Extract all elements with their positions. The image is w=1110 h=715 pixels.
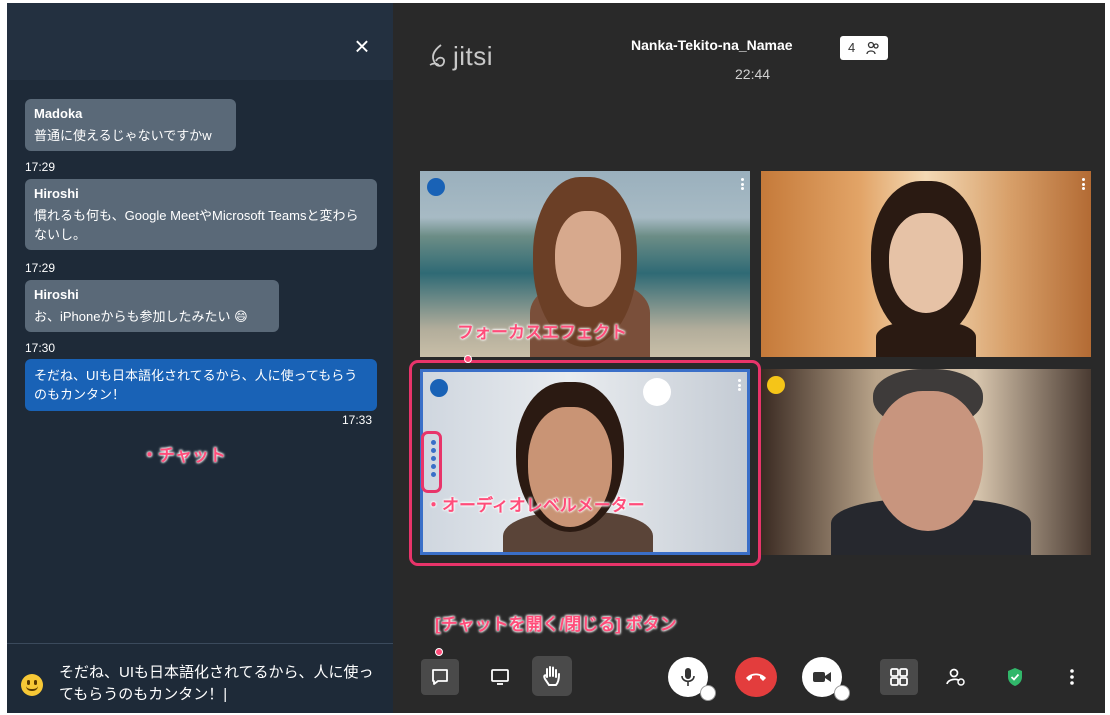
chevron-down-icon[interactable] <box>834 685 850 701</box>
camera-button[interactable] <box>802 657 850 701</box>
hangup-icon <box>746 673 766 681</box>
audio-level-dot <box>431 464 436 469</box>
meeting-title: Nanka-Tekito-na_Namae <box>631 37 793 53</box>
tile-menu-icon[interactable] <box>1082 178 1085 190</box>
chat-message: Hiroshi お、iPhoneからも参加したみたい 😄 <box>25 280 279 332</box>
close-chat-button[interactable]: × <box>347 31 377 61</box>
message-sender: Madoka <box>34 106 83 121</box>
audio-level-dot <box>431 448 436 453</box>
meeting-timer: 22:44 <box>735 66 771 82</box>
chat-header: × <box>7 3 393 80</box>
raise-hand-button[interactable] <box>532 656 572 696</box>
screen-share-icon <box>491 669 509 685</box>
own-chat-message: そだね、UIも日本語化されてるから、人に使ってもらうのもカンタン！ <box>25 359 377 411</box>
participant-tile[interactable] <box>761 369 1091 555</box>
message-sender: Hiroshi <box>34 287 79 302</box>
tile-view-icon <box>890 668 908 686</box>
message-timestamp: 17:29 <box>25 261 56 275</box>
chat-panel: × Madoka 普通に使えるじゃないですかw 17:29 Hiroshi 慣れ… <box>7 3 393 713</box>
more-actions-button[interactable] <box>1057 659 1087 695</box>
participant-tile[interactable] <box>761 171 1091 357</box>
camera-icon <box>813 672 831 682</box>
chat-toggle-button[interactable] <box>421 659 459 695</box>
chat-input-area: そだね、UIも日本語化されてるから、人に使ってもらうのもカンタン！| <box>7 643 393 713</box>
hangup-button[interactable] <box>735 657 777 697</box>
tile-view-button[interactable] <box>880 659 918 695</box>
invite-people-button[interactable] <box>937 659 975 695</box>
security-options-button[interactable] <box>996 659 1034 695</box>
emoji-picker-button[interactable] <box>21 674 43 696</box>
chat-message-input[interactable]: そだね、UIも日本語化されてるから、人に使ってもらうのもカンタン！| <box>59 662 379 706</box>
annotation-pointer <box>435 648 443 656</box>
microphone-icon <box>681 668 695 686</box>
microphone-button[interactable] <box>668 657 716 701</box>
chat-icon <box>432 669 448 685</box>
participant-count: 4 <box>848 40 856 55</box>
raised-hand-icon <box>427 178 445 196</box>
message-timestamp: 17:33 <box>342 413 373 427</box>
jitsi-meeting-window: × Madoka 普通に使えるじゃないですかw 17:29 Hiroshi 慣れ… <box>7 3 1105 713</box>
annotation-chat-button: [チャットを開く/閉じる] ボタン <box>435 615 677 634</box>
chat-message: Hiroshi 慣れるも何も、Google MeetやMicrosoft Tea… <box>25 179 377 250</box>
audio-level-dot <box>431 472 436 477</box>
logo-text: jitsi <box>453 41 494 71</box>
participants-icon <box>866 39 880 63</box>
annotation-chat: ・チャット <box>141 446 226 465</box>
chevron-down-icon[interactable] <box>700 685 716 701</box>
annotation-pointer <box>464 355 472 363</box>
raise-hand-icon <box>543 666 560 686</box>
audio-level-dot <box>431 440 436 445</box>
participant-count-badge[interactable]: 4 <box>840 36 888 60</box>
security-shield-icon <box>1008 668 1022 686</box>
message-text: 普通に使えるじゃないですかw <box>34 128 212 143</box>
message-sender: Hiroshi <box>34 186 79 201</box>
invite-icon <box>946 668 965 686</box>
audio-level-dot <box>431 456 436 461</box>
annotation-audio-meter: ・オーディオレベルメーター <box>425 496 645 515</box>
connection-indicator-icon <box>767 376 785 394</box>
chat-message: Madoka 普通に使えるじゃないですかw <box>25 99 236 151</box>
message-timestamp: 17:30 <box>25 341 56 355</box>
message-text: お、iPhoneからも参加したみたい 😄 <box>34 309 248 324</box>
message-timestamp: 17:29 <box>25 160 56 174</box>
message-text: そだね、UIも日本語化されてるから、人に使ってもらうのもカンタン！ <box>34 368 358 402</box>
jitsi-logo: jitsi <box>427 41 493 72</box>
jitsi-logo-icon <box>429 44 445 67</box>
tile-menu-icon[interactable] <box>741 178 744 190</box>
message-text: 慣れるも何も、Google MeetやMicrosoft Teamsと変わらない… <box>34 208 359 242</box>
annotation-focus: フォーカスエフェクト <box>457 323 627 342</box>
more-vertical-icon <box>1070 669 1074 685</box>
screen-share-button[interactable] <box>481 659 519 695</box>
focus-effect-outline <box>409 360 761 566</box>
